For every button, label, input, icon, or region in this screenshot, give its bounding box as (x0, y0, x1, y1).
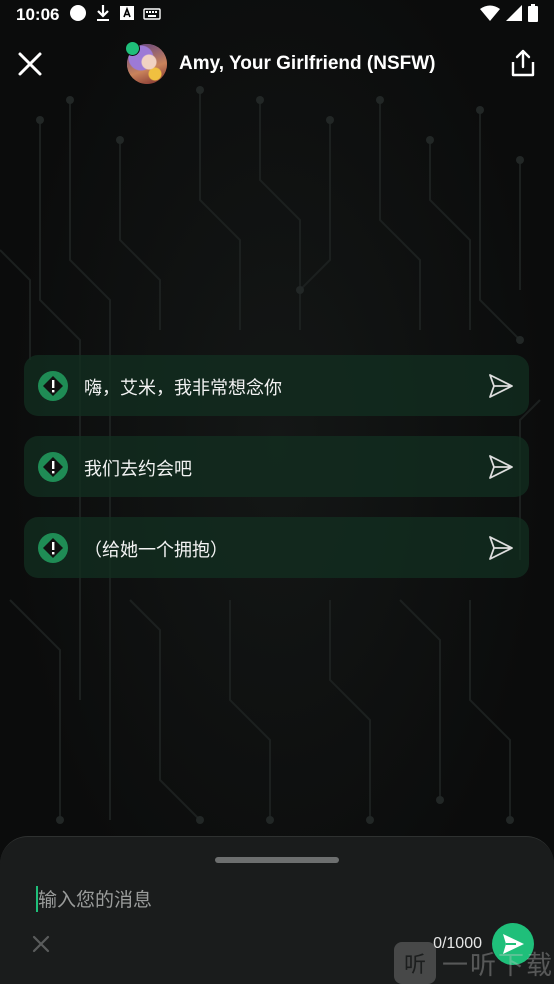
clear-button[interactable] (30, 933, 52, 955)
character-title[interactable]: Amy, Your Girlfriend (NSFW) (125, 41, 436, 84)
suggestion-item[interactable]: 我们去约会吧 (24, 436, 529, 497)
page-title: Amy, Your Girlfriend (NSFW) (179, 53, 436, 74)
watermark: 听 一听下载 (394, 942, 554, 984)
wifi-icon (480, 5, 500, 25)
status-left-icons (69, 4, 162, 26)
battery-icon (528, 4, 538, 26)
close-icon (18, 52, 42, 76)
suggestion-text: 我们去约会吧 (84, 459, 192, 480)
watermark-logo: 听 (394, 942, 436, 984)
suggestion-item[interactable]: 嗨，艾米，我非常想念你 (24, 355, 529, 416)
suggestion-text: （给她一个拥抱） (84, 540, 228, 561)
signal-icon (506, 5, 522, 25)
a-box-icon (119, 5, 135, 25)
close-button[interactable] (14, 48, 46, 80)
alert-icon (38, 533, 68, 563)
send-icon[interactable] (487, 372, 515, 400)
status-right-icons (480, 4, 538, 26)
share-icon (511, 49, 535, 77)
text-cursor (36, 886, 38, 912)
keyboard-icon (143, 6, 162, 25)
share-button[interactable] (506, 46, 540, 80)
alert-icon (38, 452, 68, 482)
chat-screen: 10:06 Amy, Your Girlfriend (NSFW) 嗨，艾米，我… (0, 0, 554, 984)
avatar[interactable] (125, 41, 167, 84)
chat-header: Amy, Your Girlfriend (NSFW) (0, 34, 554, 94)
circle-icon (69, 4, 87, 26)
send-icon[interactable] (487, 534, 515, 562)
alert-icon (38, 371, 68, 401)
send-icon[interactable] (487, 453, 515, 481)
status-bar: 10:06 (0, 0, 554, 30)
status-time: 10:06 (16, 5, 60, 24)
drag-handle[interactable] (215, 857, 339, 863)
suggestion-item[interactable]: （给她一个拥抱） (24, 517, 529, 578)
download-icon (95, 4, 111, 26)
watermark-text: 一听下载 (442, 950, 554, 981)
online-status-dot (125, 41, 140, 56)
message-input[interactable] (36, 881, 510, 919)
suggestion-text: 嗨，艾米，我非常想念你 (84, 378, 282, 399)
suggestion-list: 嗨，艾米，我非常想念你 我们去约会吧 （给她一个拥抱） (24, 355, 529, 598)
